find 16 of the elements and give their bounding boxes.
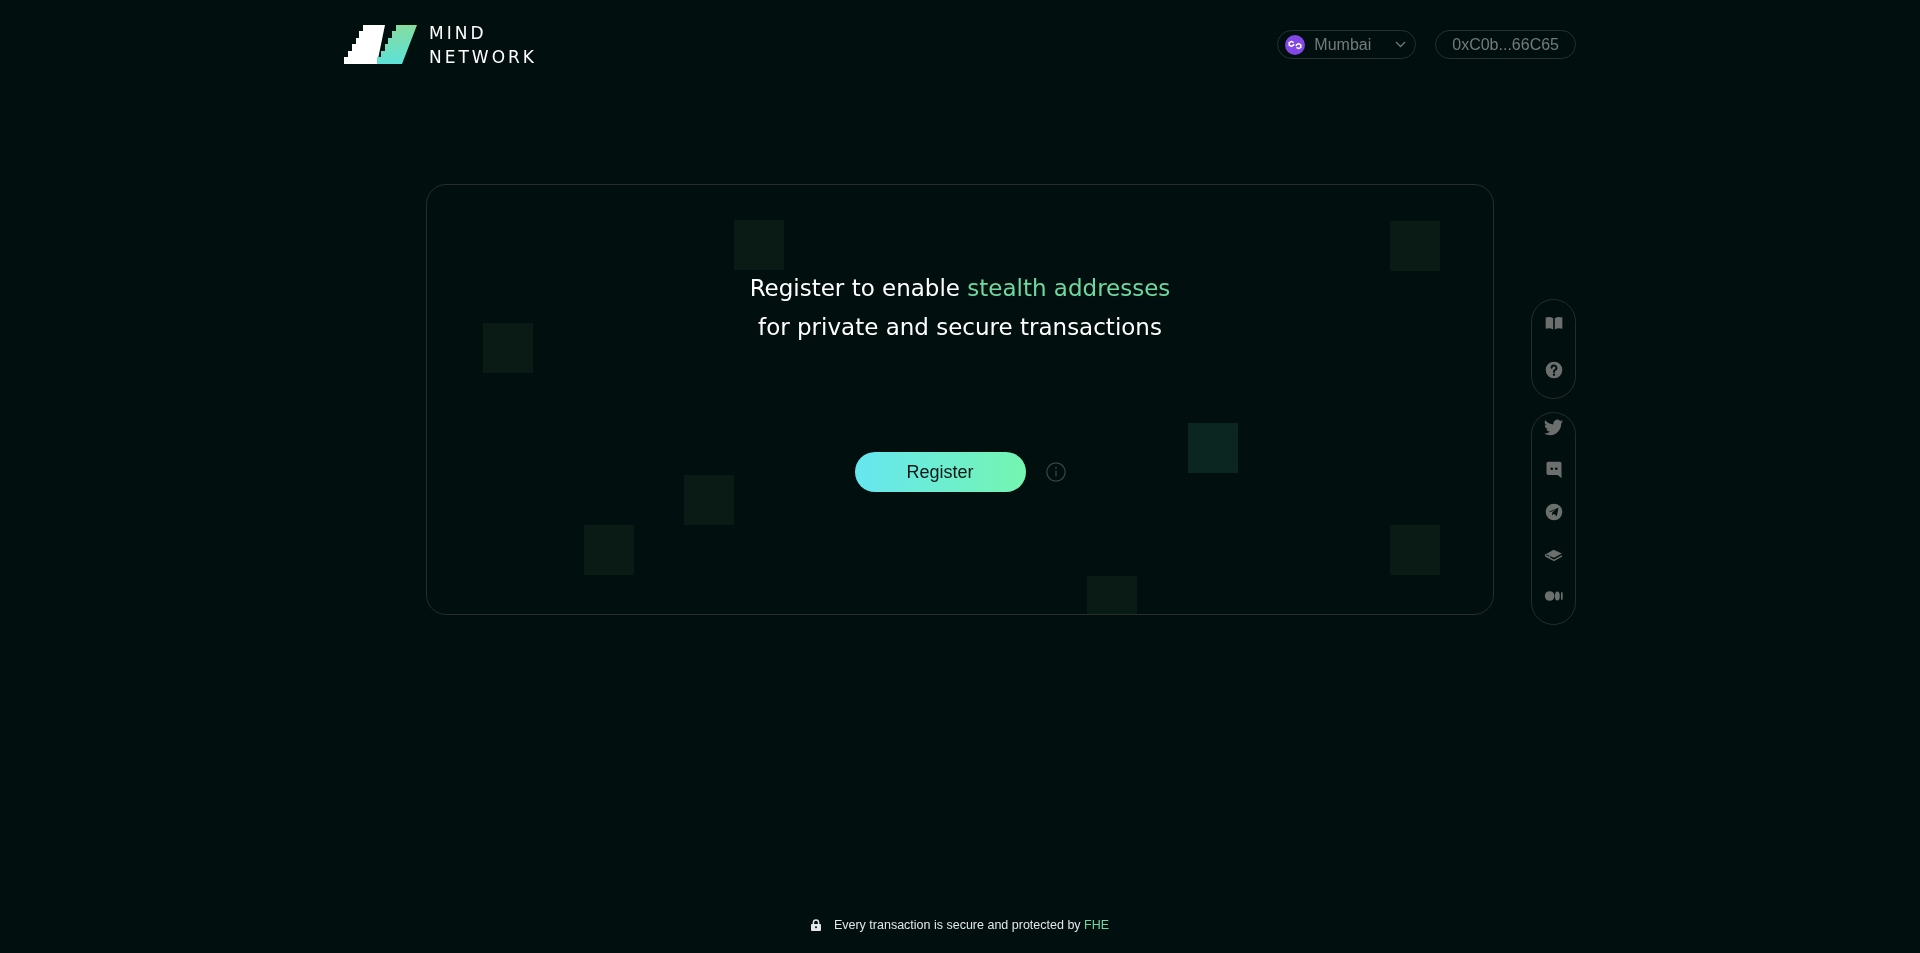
register-button[interactable]: Register	[854, 452, 1026, 492]
help-icon	[1543, 360, 1564, 380]
lock-icon	[810, 919, 821, 931]
bird-icon	[1543, 418, 1564, 438]
heading-text: Register to enable stealth addresses for private and secure transactions	[748, 274, 1172, 342]
chain-link-icon	[1285, 34, 1306, 55]
footer-text: Every transaction is secure and protected by FHE	[833, 918, 1110, 932]
sidebar-link[interactable]	[1543, 502, 1564, 522]
sidebar-link[interactable]	[1543, 360, 1564, 380]
logo-icon	[344, 25, 418, 64]
logo-text: NETWORK	[429, 46, 537, 69]
paper-plane-icon	[1543, 502, 1564, 522]
decor-square	[1087, 576, 1137, 614]
sidebar-link[interactable]	[1543, 418, 1564, 438]
logo-text: MIND	[429, 22, 488, 45]
caret-icon	[1395, 41, 1407, 48]
